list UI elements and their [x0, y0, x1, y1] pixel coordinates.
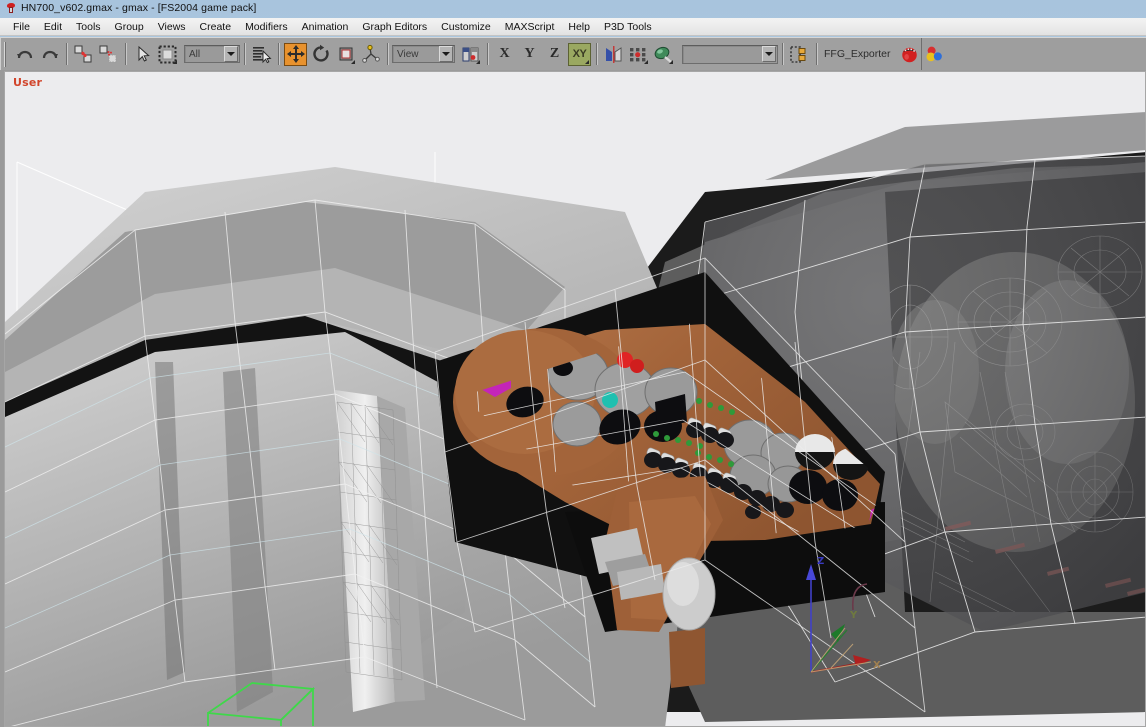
toolbar-separator [782, 43, 783, 65]
select-by-name-icon [253, 46, 272, 63]
named-selection-set-combo[interactable] [682, 44, 778, 64]
menu-item-edit[interactable]: Edit [37, 20, 69, 34]
pivot-center-icon [462, 47, 479, 61]
select-and-link-button[interactable] [72, 43, 95, 66]
chevron-down-icon[interactable] [439, 46, 453, 62]
align-button[interactable] [627, 43, 650, 66]
select-and-move-button[interactable] [284, 42, 307, 66]
axis-y-label: Y [524, 46, 535, 61]
restrict-to-z-button[interactable]: Z [543, 43, 566, 66]
use-pivot-point-center-button[interactable] [459, 43, 482, 66]
color-spheres-icon [926, 46, 942, 62]
menu-item-graph-editors[interactable]: Graph Editors [355, 20, 434, 34]
svg-text:Y: Y [849, 610, 858, 621]
redo-icon [42, 50, 58, 59]
viewport-label[interactable]: User [13, 76, 42, 89]
named-selection-sets-icon [790, 45, 806, 63]
viewport-3d-scene: Z Y X [5, 72, 1145, 726]
gmax-icon [5, 2, 17, 14]
chevron-down-icon[interactable] [224, 46, 238, 62]
mirror-icon [606, 45, 622, 63]
svg-text:X: X [873, 660, 881, 671]
toolbar-separator [487, 43, 488, 65]
gmax-application-window: HN700_v602.gmax - gmax - [FS2004 game pa… [0, 0, 1146, 727]
menu-item-modifiers[interactable]: Modifiers [238, 20, 295, 34]
move-icon [286, 45, 305, 63]
reference-coordinate-system-value: View [397, 48, 419, 60]
toolbar-separator [387, 43, 388, 65]
reference-coordinate-system-combo[interactable]: View [392, 45, 455, 63]
teapot-render-icon [901, 47, 917, 63]
select-and-scale-button[interactable] [334, 43, 357, 66]
window-title: HN700_v602.gmax - gmax - [FS2004 game pa… [21, 2, 257, 14]
arrow-cursor-icon [138, 45, 150, 62]
toolbar-separator [66, 43, 67, 65]
selection-filter-combo[interactable]: All [184, 45, 240, 63]
menu-item-tools[interactable]: Tools [69, 20, 108, 34]
title-bar: HN700_v602.gmax - gmax - [FS2004 game pa… [0, 0, 1146, 16]
selection-region-button[interactable] [156, 43, 179, 66]
toolbar-separator [125, 43, 126, 65]
axis-z-label: Z [549, 46, 560, 61]
axis-xy-label: XY [572, 48, 587, 60]
restrict-to-y-button[interactable]: Y [518, 43, 541, 66]
manipulate-icon [361, 44, 380, 63]
rotate-icon [312, 44, 329, 62]
scale-icon [339, 47, 352, 61]
material-editor-button[interactable] [652, 43, 675, 66]
restrict-to-plane-button[interactable]: XY [568, 42, 591, 66]
menu-item-p3d-tools[interactable]: P3D Tools [597, 20, 659, 34]
menu-item-file[interactable]: File [6, 20, 37, 34]
align-icon [630, 47, 646, 61]
named-selection-set-input[interactable] [683, 47, 762, 61]
redo-button[interactable] [38, 43, 61, 66]
mirror-button[interactable] [602, 43, 625, 66]
edit-named-selection-sets-button[interactable] [788, 43, 811, 66]
material-sphere-icon [654, 46, 672, 63]
select-by-name-button[interactable] [250, 43, 273, 66]
exporter-label: FFG_Exporter [824, 48, 891, 60]
menu-item-create[interactable]: Create [193, 20, 239, 34]
menu-item-help[interactable]: Help [561, 20, 597, 34]
selection-filter-value: All [189, 48, 201, 60]
toolbar-separator [278, 43, 279, 65]
select-object-button[interactable] [131, 43, 154, 66]
toolbar-separator [244, 43, 245, 65]
render-scene-button[interactable] [898, 43, 921, 66]
color-clipboard-button[interactable] [923, 43, 946, 66]
viewport-container: User Z Y X [0, 70, 1146, 727]
axis-x-label: X [499, 46, 510, 61]
select-and-rotate-button[interactable] [309, 43, 332, 66]
menu-item-customize[interactable]: Customize [434, 20, 498, 34]
main-toolbar: All View X Y Z XY FFG_Exporter [0, 37, 1146, 71]
toolbar-separator [596, 43, 597, 65]
undo-button[interactable] [13, 43, 36, 66]
unlink-icon [99, 45, 117, 62]
toolbar-separator [816, 43, 817, 65]
manipulate-button[interactable] [359, 43, 382, 66]
rectangular-region-icon [158, 45, 177, 63]
undo-icon [16, 50, 32, 59]
menu-item-maxscript[interactable]: MAXScript [498, 20, 562, 34]
menu-item-group[interactable]: Group [108, 20, 151, 34]
unlink-selection-button[interactable] [97, 43, 120, 66]
link-icon [74, 45, 92, 62]
menu-item-animation[interactable]: Animation [295, 20, 356, 34]
menu-item-views[interactable]: Views [151, 20, 193, 34]
chevron-down-icon[interactable] [762, 46, 776, 62]
user-viewport[interactable]: User Z Y X [4, 71, 1146, 727]
svg-text:Z: Z [817, 556, 824, 567]
toolbar-grip[interactable] [3, 41, 10, 67]
menu-bar: File Edit Tools Group Views Create Modif… [0, 18, 1146, 36]
restrict-to-x-button[interactable]: X [493, 43, 516, 66]
